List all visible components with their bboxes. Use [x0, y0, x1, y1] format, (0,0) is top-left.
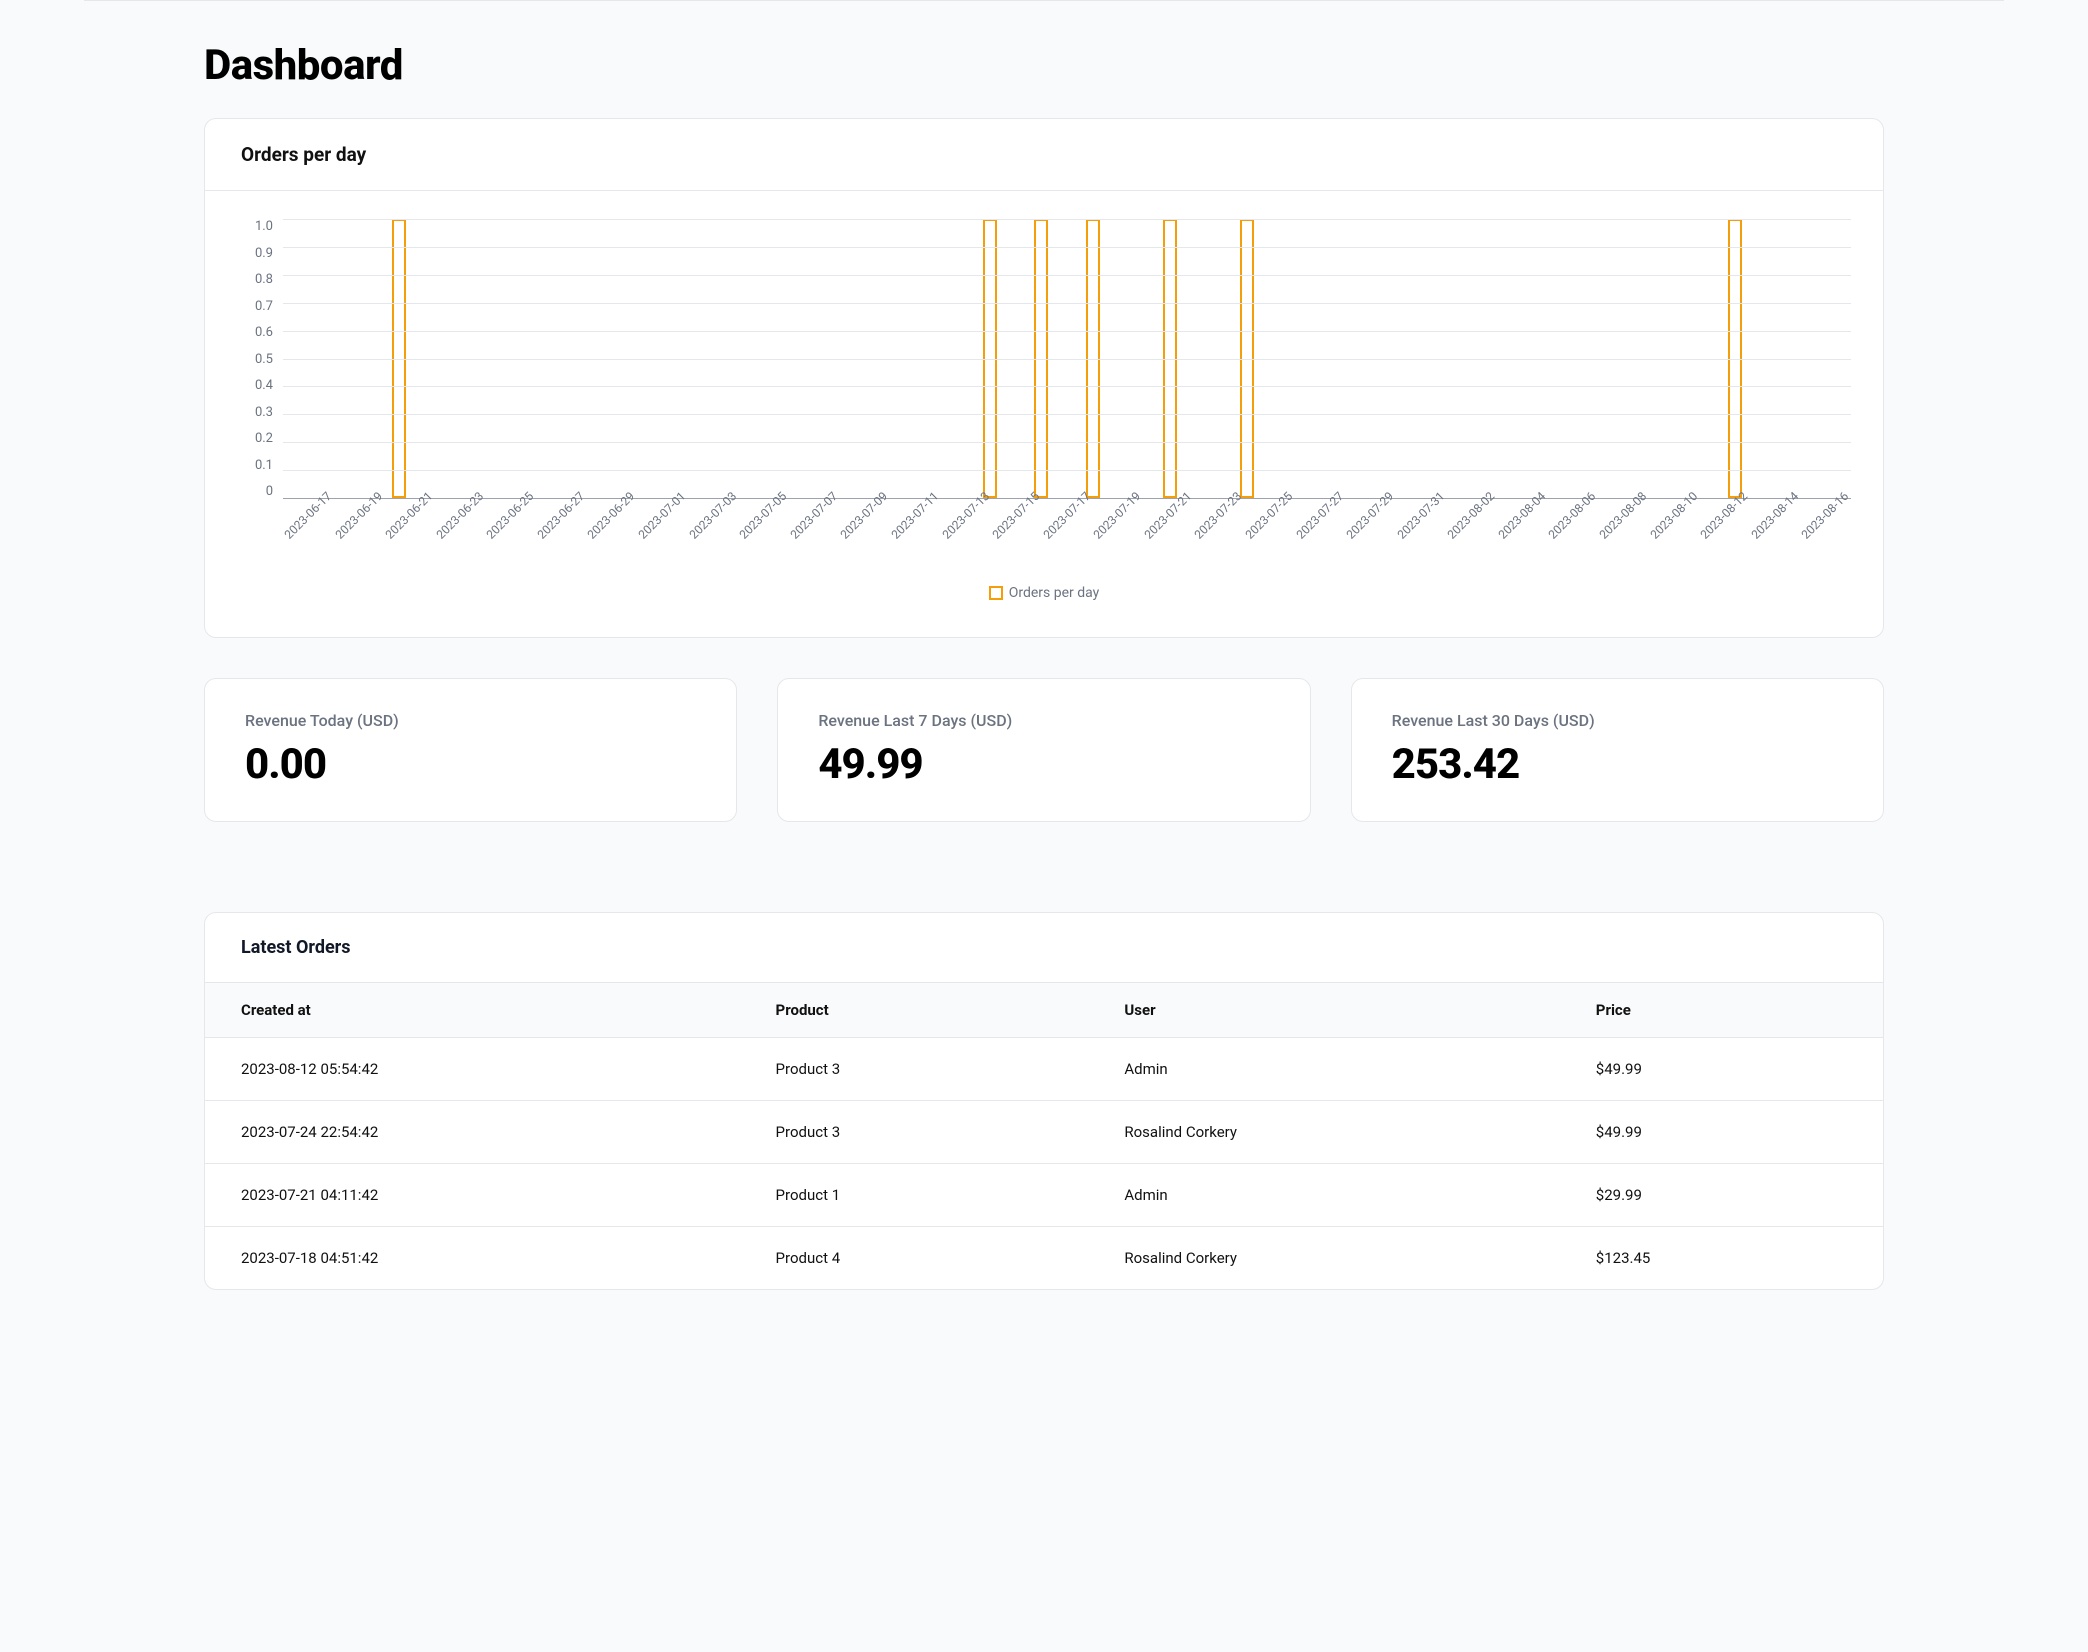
- table-row[interactable]: 2023-07-21 04:11:42Product 1Admin$29.99: [205, 1164, 1883, 1227]
- cell-created_at: 2023-07-18 04:51:42: [205, 1227, 740, 1290]
- card-header: Orders per day: [205, 119, 1883, 191]
- stats-row: Revenue Today (USD) 0.00 Revenue Last 7 …: [204, 678, 1884, 822]
- chart-area: 1.0 0.9 0.8 0.7 0.6 0.5 0.4 0.3 0.2 0.1 0 2023-06-…: [205, 191, 1883, 637]
- chart-title: Orders per day: [241, 143, 1847, 166]
- stat-revenue-7days: Revenue Last 7 Days (USD) 49.99: [777, 678, 1310, 822]
- legend-label: Orders per day: [1009, 585, 1100, 601]
- col-price[interactable]: Price: [1560, 983, 1883, 1038]
- stat-label: Revenue Last 7 Days (USD): [818, 711, 1269, 730]
- cell-price: $49.99: [1560, 1101, 1883, 1164]
- gridline: [283, 247, 1851, 248]
- cell-user: Admin: [1088, 1038, 1559, 1101]
- stat-label: Revenue Today (USD): [245, 711, 696, 730]
- cell-created_at: 2023-07-24 22:54:42: [205, 1101, 740, 1164]
- page-title: Dashboard: [204, 41, 1884, 90]
- cell-user: Rosalind Corkery: [1088, 1227, 1559, 1290]
- cell-created_at: 2023-07-21 04:11:42: [205, 1164, 740, 1227]
- gridline: [283, 359, 1851, 360]
- y-tick: 0.8: [255, 272, 273, 287]
- y-tick: 0.4: [255, 378, 273, 393]
- gridline: [283, 414, 1851, 415]
- cell-product: Product 3: [740, 1038, 1089, 1101]
- y-tick: 0.5: [255, 352, 273, 367]
- stat-revenue-today: Revenue Today (USD) 0.00: [204, 678, 737, 822]
- y-tick: 0.1: [255, 458, 273, 473]
- gridline: [283, 303, 1851, 304]
- table-row[interactable]: 2023-08-12 05:54:42Product 3Admin$49.99: [205, 1038, 1883, 1101]
- gridline: [283, 275, 1851, 276]
- stat-value: 253.42: [1392, 740, 1843, 789]
- table-row[interactable]: 2023-07-24 22:54:42Product 3Rosalind Cor…: [205, 1101, 1883, 1164]
- cell-product: Product 3: [740, 1101, 1089, 1164]
- legend-swatch-icon: [989, 586, 1003, 600]
- latest-orders-title: Latest Orders: [205, 913, 1883, 982]
- stat-label: Revenue Last 30 Days (USD): [1392, 711, 1843, 730]
- chart-x-axis: 2023-06-172023-06-192023-06-212023-06-23…: [283, 505, 1851, 575]
- table-row[interactable]: 2023-07-18 04:51:42Product 4Rosalind Cor…: [205, 1227, 1883, 1290]
- cell-user: Admin: [1088, 1164, 1559, 1227]
- cell-created_at: 2023-08-12 05:54:42: [205, 1038, 740, 1101]
- y-tick: 0.7: [255, 299, 273, 314]
- cell-user: Rosalind Corkery: [1088, 1101, 1559, 1164]
- cell-price: $123.45: [1560, 1227, 1883, 1290]
- y-tick: 0.9: [255, 246, 273, 261]
- chart-y-axis: 1.0 0.9 0.8 0.7 0.6 0.5 0.4 0.3 0.2 0.1 0: [237, 219, 283, 499]
- gridline: [283, 219, 1851, 220]
- col-created-at[interactable]: Created at: [205, 983, 740, 1038]
- gridline: [283, 386, 1851, 387]
- cell-product: Product 4: [740, 1227, 1089, 1290]
- orders-table: Created at Product User Price 2023-08-12…: [205, 982, 1883, 1289]
- col-user[interactable]: User: [1088, 983, 1559, 1038]
- stat-revenue-30days: Revenue Last 30 Days (USD) 253.42: [1351, 678, 1884, 822]
- y-tick: 0: [266, 484, 273, 499]
- y-tick: 0.2: [255, 431, 273, 446]
- stat-value: 49.99: [818, 740, 1269, 789]
- y-tick: 0.6: [255, 325, 273, 340]
- cell-price: $29.99: [1560, 1164, 1883, 1227]
- latest-orders-card: Latest Orders Created at Product User Pr…: [204, 912, 1884, 1290]
- gridline: [283, 442, 1851, 443]
- cell-price: $49.99: [1560, 1038, 1883, 1101]
- col-product[interactable]: Product: [740, 983, 1089, 1038]
- table-header-row: Created at Product User Price: [205, 983, 1883, 1038]
- cell-product: Product 1: [740, 1164, 1089, 1227]
- chart-legend: Orders per day: [237, 585, 1851, 601]
- orders-per-day-card: Orders per day 1.0 0.9 0.8 0.7 0.6 0.5 0.4 0.3 0…: [204, 118, 1884, 638]
- y-tick: 0.3: [255, 405, 273, 420]
- stat-value: 0.00: [245, 740, 696, 789]
- chart-plot: [283, 219, 1851, 499]
- gridline: [283, 331, 1851, 332]
- y-tick: 1.0: [255, 219, 273, 234]
